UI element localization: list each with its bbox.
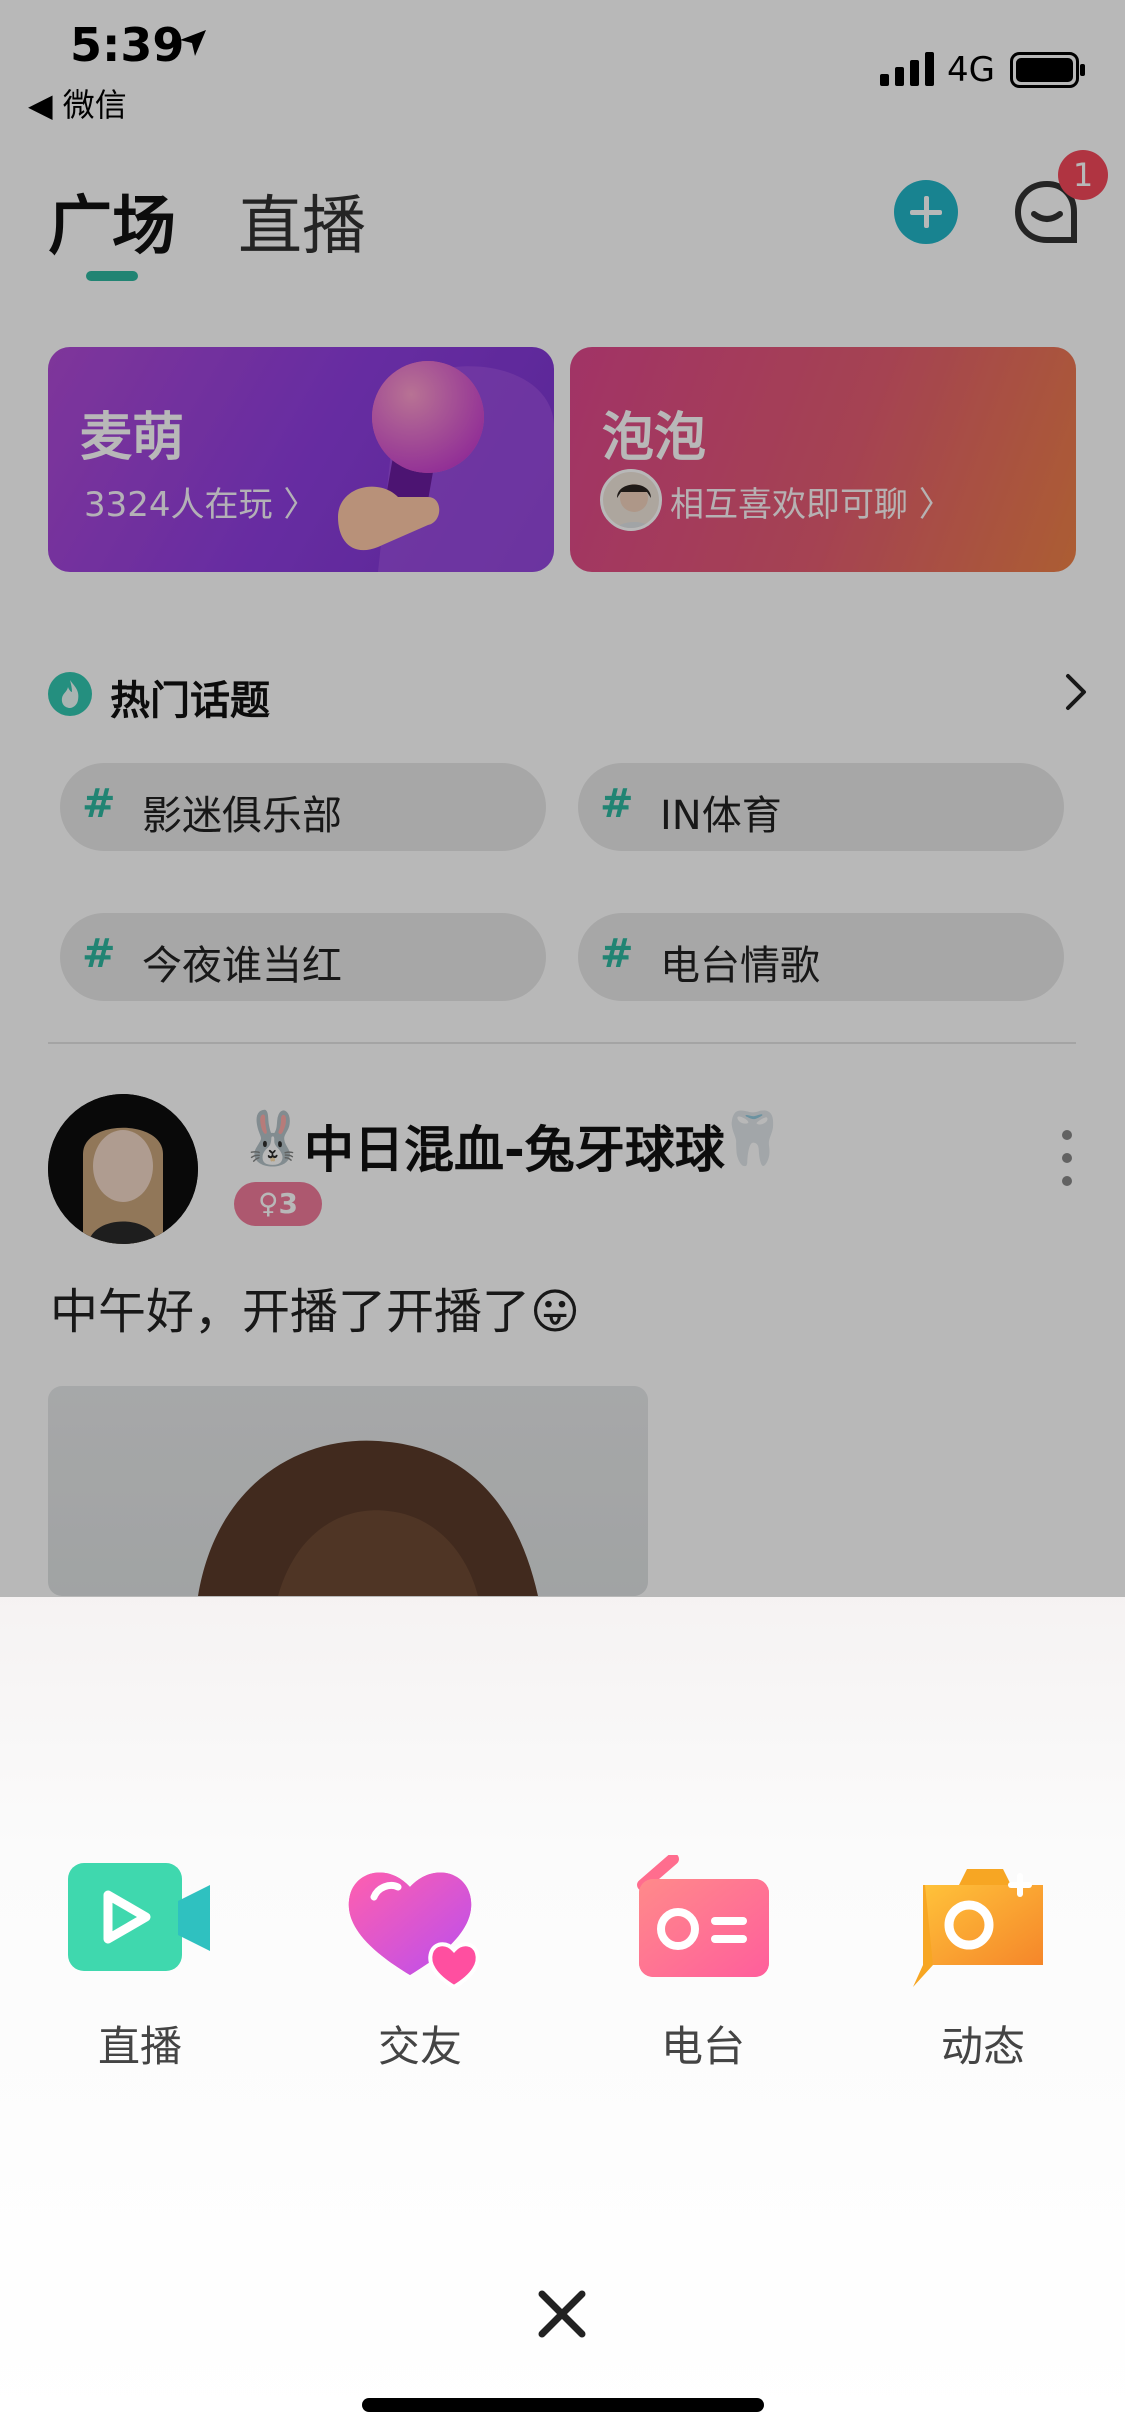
action-radio-label: 电台 [660,2022,745,2071]
close-icon[interactable] [530,2282,594,2346]
video-camera-icon [68,1863,210,1971]
hearts-icon [348,1872,480,1990]
action-moment-label: 动态 [940,2022,1025,2071]
action-friends-label: 交友 [377,2022,462,2071]
radio-icon [637,1855,769,1977]
action-live-label: 直播 [97,2022,182,2071]
dim-overlay[interactable] [0,0,1125,1597]
camera-plus-icon [913,1869,1043,1987]
home-indicator[interactable] [362,2398,764,2412]
